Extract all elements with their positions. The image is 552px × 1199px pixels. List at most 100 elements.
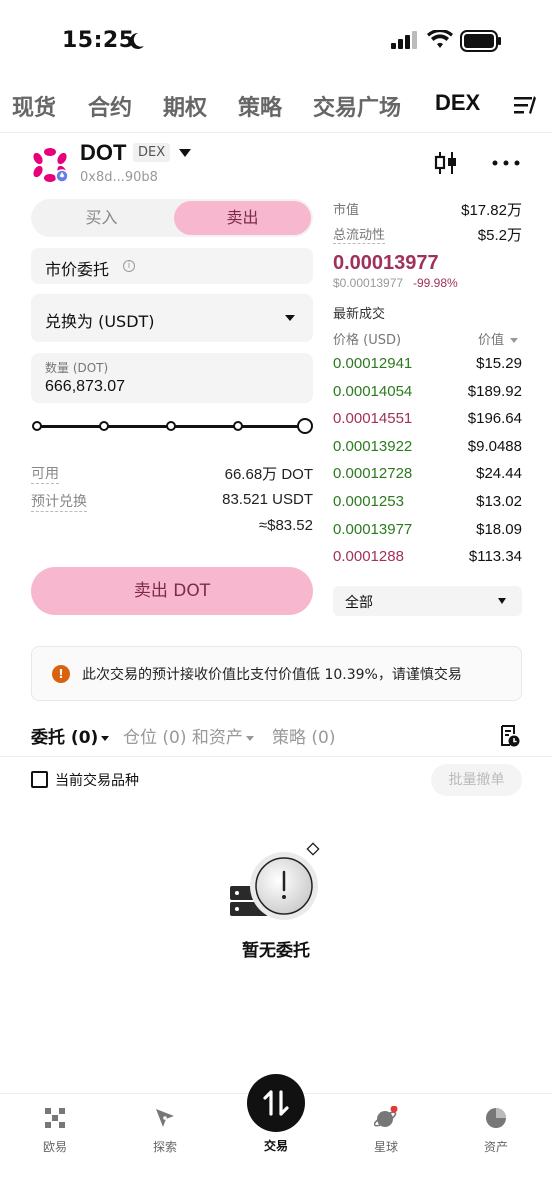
quantity-input[interactable]: 666,873.07 [45,378,125,396]
slider-handle[interactable] [297,418,313,434]
empty-orders-illustration-icon [230,842,320,920]
price-change: -99.98% [413,276,458,290]
trade-filter-label: 全部 [345,595,373,611]
tab-strategy[interactable]: 策略 [238,90,282,122]
trade-price: 0.00012728 [333,465,413,483]
nav-assets-label: 资产 [483,1140,508,1154]
nav-trade-button[interactable] [247,1074,305,1132]
slider-stop-75[interactable] [233,421,243,431]
sell-submit-button[interactable]: 卖出 DOT [31,567,313,615]
trade-row: 0.00013977 $18.09 [333,521,522,543]
estimate-usd: ≈$83.52 [258,517,313,534]
buy-tab[interactable]: 买入 [31,199,172,237]
available-value: 66.68万 DOT [224,466,313,483]
available-label: 可用 [31,463,59,484]
col-price: 价格 (USD) [333,333,402,348]
slider-stop-50[interactable] [166,421,176,431]
trade-row: 0.00013922 $9.0488 [333,438,522,460]
chevron-down-icon [101,735,110,741]
tab-strategies[interactable]: 策略 (0) [272,723,335,748]
tab-spot[interactable]: 现货 [12,90,56,122]
recent-trades-title: 最新成交 [333,307,386,322]
chevron-down-icon [245,735,254,741]
info-icon[interactable]: i [123,260,135,272]
chevron-down-icon [498,598,506,604]
trade-row: 0.0001253 $13.02 [333,493,522,515]
warning-icon: ! [52,665,70,683]
nav-okx-label: 欧易 [42,1140,67,1154]
signal-icon [391,31,417,49]
current-pair-label: 当前交易品种 [55,773,139,789]
estimate-label: 预计兑换 [31,491,87,512]
last-price-usd: $0.00013977 [333,276,404,290]
trade-filter-select[interactable]: 全部 [333,586,522,616]
swap-to-label: 兑换为 (USDT) [45,312,155,331]
buy-sell-toggle: 买入 卖出 [31,199,313,237]
trade-row: 0.00012728 $24.44 [333,465,522,487]
market-cap-label: 市值 [333,203,360,218]
trade-price: 0.00012941 [333,355,413,372]
amount-slider[interactable] [31,415,313,437]
okx-logo-icon [45,1108,65,1128]
swap-arrows-icon [263,1090,289,1116]
liquidity-value: $5.2万 [477,227,522,244]
tab-trade-square[interactable]: 交易广场 [313,90,401,122]
warning-text: 此次交易的预计接收价值比支付价值低 10.39%，请谨慎交易 [82,667,462,683]
wifi-icon [427,30,453,48]
trade-row: 0.00014551 $196.64 [333,410,522,432]
slider-stop-25[interactable] [99,421,109,431]
swap-to-select[interactable]: 兑换为 (USDT) [31,294,313,342]
more-options-icon[interactable] [492,160,520,166]
token-symbol[interactable]: DOT [80,140,126,166]
trade-price: 0.00013977 [333,520,413,538]
trade-value: $13.02 [476,493,522,510]
order-history-icon[interactable] [499,724,521,748]
trade-value: $15.29 [476,355,522,372]
batch-cancel-button[interactable]: 批量撤单 [431,764,522,796]
market-cap-value: $17.82万 [461,202,522,219]
nav-planet-label: 星球 [373,1140,398,1154]
trade-value: $113.34 [468,548,522,566]
trade-value: $24.44 [476,465,522,483]
trade-value: $189.92 [467,382,522,400]
tab-positions-assets[interactable]: 仓位 (0) 和资产 [123,723,254,748]
tab-futures[interactable]: 合约 [88,90,132,122]
tab-open-orders[interactable]: 委托 (0) [31,723,110,748]
trade-row: 0.0001288 $113.34 [333,548,522,570]
slider-stop-0[interactable] [32,421,42,431]
trade-price: 0.0001288 [333,548,404,566]
current-pair-checkbox[interactable] [31,771,48,788]
status-bar: 15:25 [0,0,552,80]
quantity-field[interactable]: 数量 (DOT) 666,873.07 [31,353,313,403]
order-type-select[interactable]: 市价委托 i [31,248,313,284]
col-value-label: 价值 [477,333,504,348]
tab-options[interactable]: 期权 [163,90,207,122]
polkadot-logo-icon[interactable] [31,146,69,184]
col-value[interactable]: 价值 [478,329,518,348]
battery-icon [460,30,501,52]
tab-open-orders-label: 委托 (0) [31,728,99,748]
token-switch-chevron-icon[interactable] [179,149,191,157]
nav-trade-label: 交易 [263,1139,288,1153]
last-price: 0.00013977 [333,252,439,274]
trade-price: 0.0001253 [333,493,404,510]
token-address[interactable]: 0x8d...90b8 [80,170,158,185]
trade-price: 0.00014551 [333,410,413,428]
sort-chevron-icon [510,338,518,343]
dex-badge: DEX [133,143,171,162]
empty-orders-text: 暂无委托 [242,941,310,961]
planet-icon [374,1106,398,1127]
trade-value: $9.0488 [467,437,522,455]
trade-price: 0.00013922 [333,437,413,455]
tab-divider [0,132,552,133]
slippage-warning: ! 此次交易的预计接收价值比支付价值低 10.39%，请谨慎交易 [31,646,522,701]
tab-positions-label: 仓位 (0) 和资产 [123,728,243,748]
compass-icon [156,1109,174,1127]
pie-chart-icon [486,1108,506,1128]
trade-row: 0.00014054 $189.92 [333,383,522,405]
nav-discover-label: 探索 [152,1140,177,1154]
menu-icon[interactable] [512,92,538,118]
sell-tab[interactable]: 卖出 [174,201,311,235]
candlestick-chart-icon[interactable] [433,150,459,176]
tab-dex[interactable]: DEX [435,90,480,116]
